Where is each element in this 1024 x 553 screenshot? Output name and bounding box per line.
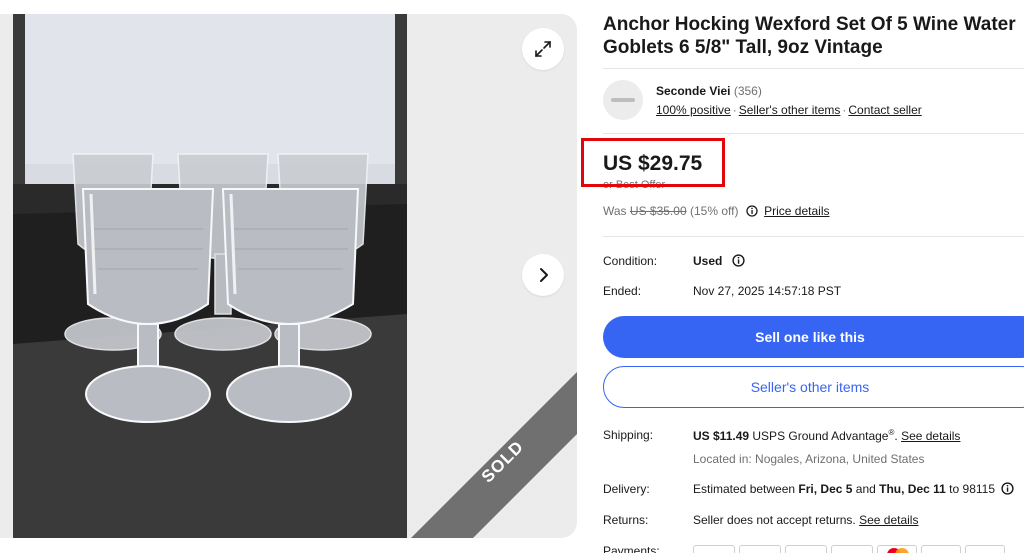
diners-card-icon xyxy=(965,545,1005,553)
condition-value: Used xyxy=(693,254,745,270)
returns-see-details-link[interactable]: See details xyxy=(859,513,918,527)
was-label: Was xyxy=(603,204,627,218)
sold-label: SOLD xyxy=(477,436,528,487)
seller-name-line: Seconde Viei (356) xyxy=(656,84,762,98)
shipping-value: US $11.49 USPS Ground Advantage®. See de… xyxy=(693,428,961,443)
discount-text: (15% off) xyxy=(689,204,739,218)
discover-card-icon xyxy=(921,545,961,553)
seller-links: 100% positive · Seller's other items · Conta… xyxy=(656,103,922,117)
sell-one-like-this-button[interactable]: Sell one like this xyxy=(603,316,1024,358)
was-price: US $35.00 xyxy=(629,204,687,218)
seller-name[interactable]: Seconde Viei xyxy=(656,84,730,98)
positive-feedback-link[interactable]: 100% positive xyxy=(656,103,731,117)
divider xyxy=(603,236,1024,237)
mastercard-card-icon xyxy=(877,545,917,553)
was-price-line: Was US $35.00 (15% off) Price details xyxy=(603,204,830,220)
seller-avatar[interactable] xyxy=(603,80,643,120)
returns-value: Seller does not accept returns. See deta… xyxy=(693,513,919,527)
item-location: Located in: Nogales, Arizona, United Sta… xyxy=(693,452,925,466)
info-icon[interactable] xyxy=(746,205,758,220)
next-image-button[interactable] xyxy=(522,254,564,296)
returns-label: Returns: xyxy=(603,513,649,527)
price-details-link[interactable]: Price details xyxy=(764,204,829,218)
info-icon[interactable] xyxy=(1001,482,1014,498)
price-highlight-box xyxy=(581,138,725,187)
product-photo[interactable] xyxy=(13,14,407,538)
seller-other-items-link[interactable]: Seller's other items xyxy=(739,103,841,117)
expand-icon xyxy=(535,41,551,57)
payment-methods xyxy=(693,545,1005,553)
item-details-panel: Anchor Hocking Wexford Set Of 5 Wine Wat… xyxy=(581,0,1024,553)
contact-seller-link[interactable]: Contact seller xyxy=(848,103,921,117)
sellers-other-items-button[interactable]: Seller's other items xyxy=(603,366,1024,408)
condition-label: Condition: xyxy=(603,254,658,268)
divider xyxy=(603,133,1024,134)
shipping-label: Shipping: xyxy=(603,428,654,442)
delivery-label: Delivery: xyxy=(603,482,650,496)
delivery-end: Thu, Dec 11 xyxy=(879,482,946,496)
payments-label: Payments: xyxy=(603,544,660,553)
ended-value: Nov 27, 2025 14:57:18 PST xyxy=(693,284,842,298)
visa-card-icon xyxy=(831,545,873,553)
delivery-start: Fri, Dec 5 xyxy=(798,482,853,496)
divider xyxy=(603,68,1024,69)
delivery-value: Estimated between Fri, Dec 5 and Thu, De… xyxy=(693,482,1014,498)
gpay-card-icon xyxy=(739,545,781,553)
paypal-card-icon xyxy=(693,545,735,553)
seller-feedback-count: (356) xyxy=(733,84,762,98)
expand-button[interactable] xyxy=(522,28,564,70)
image-gallery: SOLD xyxy=(0,14,577,538)
chevron-right-icon xyxy=(540,268,548,282)
info-icon[interactable] xyxy=(732,254,745,270)
applepay-card-icon xyxy=(785,545,827,553)
shipping-price: US $11.49 xyxy=(693,429,750,443)
shipping-see-details-link[interactable]: See details xyxy=(901,429,960,443)
listing-title: Anchor Hocking Wexford Set Of 5 Wine Wat… xyxy=(603,14,1016,58)
ended-label: Ended: xyxy=(603,284,642,298)
shipping-service: USPS Ground Advantage xyxy=(752,429,889,443)
